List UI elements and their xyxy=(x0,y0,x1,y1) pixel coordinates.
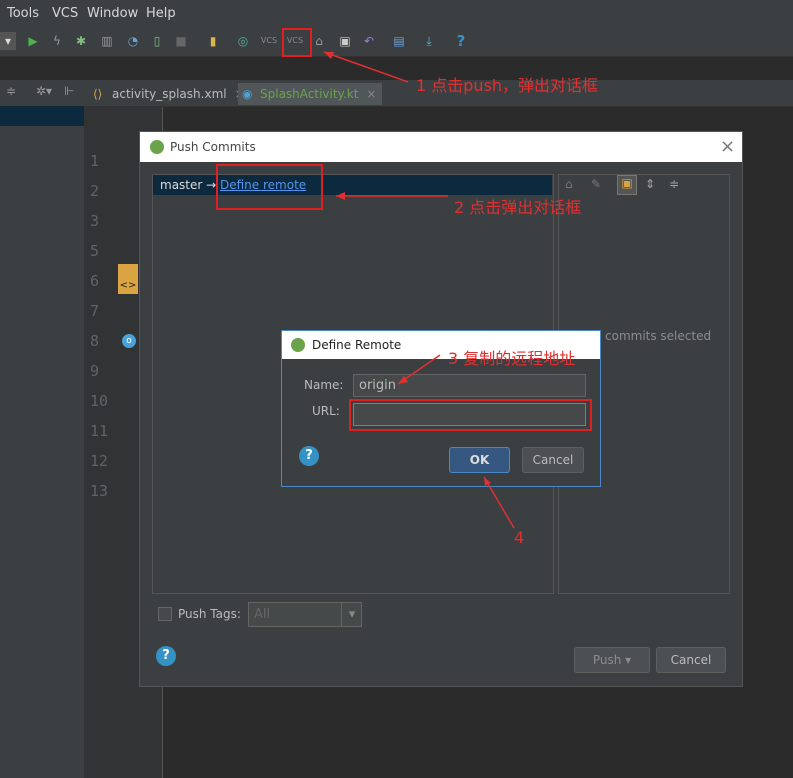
arrow-3-head xyxy=(398,376,408,384)
arrow-2-head xyxy=(336,192,345,200)
annotation-4: 4 xyxy=(514,528,525,547)
arrow-4 xyxy=(483,476,515,529)
arrow-1-head xyxy=(324,52,334,59)
annotation-1: 1 点击push，弹出对话框 xyxy=(416,76,599,95)
annotation-3: 3 复制的远程地址 xyxy=(448,349,576,368)
arrow-4-head xyxy=(484,477,491,486)
arrow-1 xyxy=(323,51,409,83)
annotation-arrows xyxy=(323,51,515,529)
annotation-2: 2 点击弹出对话框 xyxy=(454,198,582,217)
